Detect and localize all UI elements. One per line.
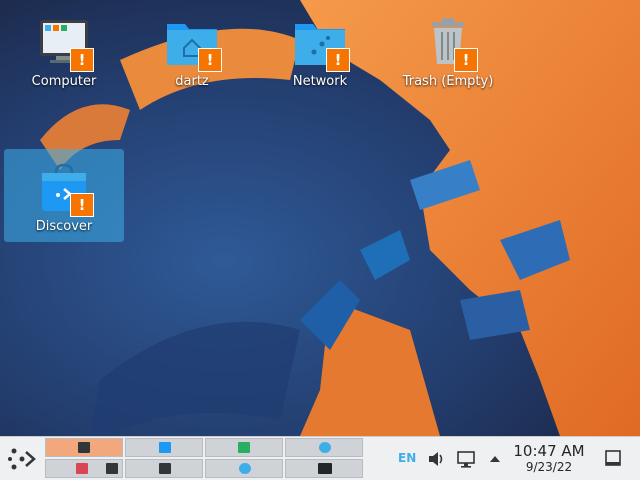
mail-app-icon	[76, 463, 88, 474]
application-launcher-icon	[8, 448, 36, 470]
pager-desktop-8[interactable]	[285, 459, 363, 478]
network-icon	[457, 451, 475, 468]
home-folder-icon: !	[164, 14, 222, 72]
pager-desktop-6[interactable]	[125, 459, 203, 478]
pager-desktop-5[interactable]	[45, 459, 123, 478]
desktop-icon-network[interactable]: ! Network	[260, 4, 380, 89]
application-launcher-button[interactable]	[6, 443, 38, 475]
desktop-icon-label: Computer	[31, 74, 97, 89]
pager-desktop-7[interactable]	[205, 459, 283, 478]
show-desktop-button[interactable]	[604, 449, 622, 467]
window-app-icon	[159, 442, 171, 453]
clock-time[interactable]: 10:47 AM	[512, 442, 586, 460]
warning-badge-icon: !	[454, 48, 478, 72]
bottom-panel: EN 10:47 AM 9/23/22	[0, 436, 640, 480]
pager-desktop-3[interactable]	[205, 438, 283, 457]
arrow-up-icon	[490, 456, 500, 462]
browser-app-icon	[239, 463, 251, 474]
computer-icon: !	[36, 14, 94, 72]
settings-app-icon	[78, 442, 90, 453]
warning-badge-icon: !	[70, 193, 94, 217]
desktop-icon-home-folder[interactable]: ! dartz	[132, 4, 252, 89]
system-tray-expander[interactable]	[485, 449, 505, 469]
terminal-app-icon	[159, 463, 171, 474]
warning-badge-icon: !	[326, 48, 350, 72]
desktop-icon-computer[interactable]: ! Computer	[4, 4, 124, 89]
show-desktop-icon	[605, 450, 621, 466]
network-folder-icon: !	[292, 14, 350, 72]
desktop-icon-trash[interactable]: ! Trash (Empty)	[388, 4, 508, 89]
keyboard-layout-indicator[interactable]: EN	[398, 451, 416, 465]
network-button[interactable]	[456, 449, 476, 469]
desktop-icon-label: Discover	[35, 219, 93, 234]
warning-badge-icon: !	[198, 48, 222, 72]
speaker-icon	[429, 452, 443, 466]
desktop-icon-label: Trash (Empty)	[402, 74, 494, 89]
discover-shopping-bag-icon: !	[36, 159, 94, 217]
pager-desktop-2[interactable]	[125, 438, 203, 457]
terminal-app-icon	[318, 463, 332, 474]
desktop-icon-label: Network	[292, 74, 348, 89]
warning-badge-icon: !	[70, 48, 94, 72]
speaker-app-icon	[106, 463, 118, 474]
desktop-icon-label: dartz	[175, 74, 209, 89]
pager-desktop-1[interactable]	[45, 438, 123, 457]
desktop-icon-discover[interactable]: ! Discover	[4, 149, 124, 242]
folder-app-icon	[238, 442, 250, 453]
volume-button[interactable]	[426, 449, 446, 469]
pager-desktop-4[interactable]	[285, 438, 363, 457]
trash-icon: !	[420, 14, 478, 72]
clock-date[interactable]: 9/23/22	[512, 460, 586, 474]
browser-app-icon	[319, 442, 331, 453]
